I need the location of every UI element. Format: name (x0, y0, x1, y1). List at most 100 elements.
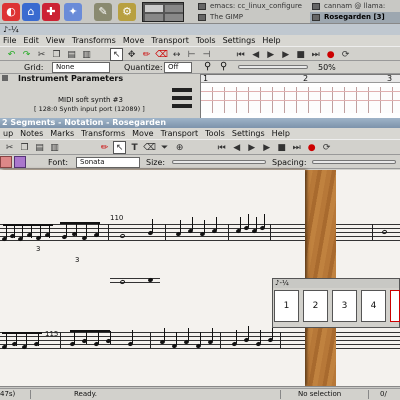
menu-transforms[interactable]: Transforms (81, 128, 125, 139)
copy-icon[interactable]: ❐ (18, 142, 31, 155)
menu-edit[interactable]: Edit (23, 35, 39, 46)
menu-tools[interactable]: Tools (205, 128, 225, 139)
insert-icon[interactable]: ⊕ (173, 142, 186, 155)
menu-tools[interactable]: Tools (196, 35, 216, 46)
menu-notes[interactable]: Notes (20, 128, 43, 139)
quantize-select[interactable]: Off (164, 62, 192, 73)
palette-cell-4[interactable]: 4 (361, 290, 386, 322)
star-icon[interactable]: ✦ (64, 3, 82, 21)
window-title: -¼ (8, 25, 19, 34)
paste-icon[interactable]: ▤ (33, 142, 46, 155)
task-terminal[interactable]: cannam @ llama: (310, 1, 400, 12)
zoom-value: 50% (318, 63, 336, 72)
main-window: ♪-¼ File Edit View Transforms Move Trans… (0, 24, 400, 120)
bar-number: 110 (110, 214, 124, 222)
instrument-params-title: Instrument Parameters (18, 74, 124, 83)
instrument-port: [ 128:0 Synth input port (12089) ] (34, 105, 145, 113)
main-toolbar: ↶ ↷ ✂ ❐ ▤ ▥ ↖ ✥ ✏ ⌫ ↔ ⊢ ⊣ ⏮ ◀ ▶ ▶ ■ ⏭ ● ⟳ (0, 46, 400, 61)
cut-icon[interactable]: ✂ (3, 142, 16, 155)
pager[interactable] (142, 2, 184, 22)
palette-cell-3[interactable]: 3 (332, 290, 357, 322)
select-tool-icon[interactable]: ↖ (110, 48, 124, 61)
menu-settings[interactable]: Settings (232, 128, 265, 139)
instrument-params-panel: Instrument Parameters MIDI soft synth #3… (0, 74, 200, 120)
filter-icon[interactable]: ⏷ (158, 142, 171, 155)
font-label: Font: (48, 158, 69, 167)
forward-icon[interactable]: ▶ (260, 142, 273, 155)
rewind-icon[interactable]: ◀ (230, 142, 243, 155)
palette-title: -¼ (279, 279, 289, 287)
end-icon[interactable]: ⏭ (290, 142, 303, 155)
lifebuoy-icon[interactable]: ✚ (42, 3, 60, 21)
task-gimp[interactable]: The GIMP (196, 12, 308, 23)
task-label: Rosegarden [3] (324, 13, 385, 21)
notation-titlebar: 2 Segments - Notation - Rosegarden (0, 118, 400, 128)
time-ruler[interactable]: 1 2 3 (201, 74, 400, 83)
ruler-bar-3: 3 (387, 74, 393, 83)
play-icon[interactable]: ▶ (245, 142, 258, 155)
menu-help[interactable]: Help (262, 35, 280, 46)
notation-menubar: up Notes Marks Transforms Move Transport… (0, 128, 400, 139)
menu-setup[interactable]: up (3, 128, 13, 139)
status-position: 0/ (380, 390, 387, 398)
zoom-out-icon[interactable]: ⚲ (204, 61, 216, 73)
menu-view[interactable]: View (46, 35, 65, 46)
spacing-label: Spacing: (272, 158, 307, 167)
select-tool-icon[interactable]: ↖ (113, 141, 127, 154)
editor-icon[interactable]: ✎ (94, 3, 112, 21)
paste-icon-2[interactable]: ▥ (48, 142, 61, 155)
home-icon[interactable]: ⌂ (22, 3, 40, 21)
play-start-icon[interactable]: ⏮ (215, 142, 228, 155)
record-icon[interactable]: ● (305, 142, 318, 155)
menu-transport[interactable]: Transport (161, 128, 199, 139)
status-message: Ready. (74, 390, 97, 398)
menu-move[interactable]: Move (132, 128, 153, 139)
launcher-icon[interactable]: ◐ (2, 3, 20, 21)
text-tool-icon[interactable]: T (128, 142, 141, 155)
notation-toolbar: ✂ ❐ ▤ ▥ ✏ ↖ T ⌫ ⏷ ⊕ ⏮ ◀ ▶ ▶ ■ ⏭ ● ⟳ (0, 139, 400, 155)
eraser-icon[interactable]: ⌫ (143, 142, 156, 155)
quantize-label: Quantize: (124, 63, 163, 72)
palette-cell-5[interactable] (390, 290, 400, 322)
menu-move[interactable]: Move (123, 35, 144, 46)
statusbar: 47s) Ready. No selection 0/ (0, 388, 400, 400)
instrument-name: MIDI soft synth #3 (58, 96, 123, 104)
notation-title: 2 Segments - Notation - Rosegarden (2, 118, 167, 127)
task-label: cannam @ llama: (324, 2, 386, 10)
menu-transforms[interactable]: Transforms (72, 35, 116, 46)
task-rosegarden[interactable]: Rosegarden [3] (310, 12, 400, 23)
segment-canvas[interactable]: 1 2 3 (200, 74, 400, 120)
palette-cell-2[interactable]: 2 (303, 290, 328, 322)
grid-toolbar: Grid: None Quantize: Off ⚲ ⚲ 50% (0, 61, 400, 74)
segment-color-icon-2 (14, 156, 26, 168)
spacing-slider[interactable] (312, 160, 396, 164)
ruler-bar-1: 1 (203, 74, 209, 83)
main-menubar: File Edit View Transforms Move Transport… (0, 35, 400, 46)
loop-icon[interactable]: ⟳ (320, 142, 333, 155)
status-time: 47s) (0, 390, 16, 398)
menu-help[interactable]: Help (272, 128, 290, 139)
font-select[interactable]: Sonata (76, 157, 140, 168)
palette-cell-1[interactable]: 1 (274, 290, 299, 322)
size-slider[interactable] (172, 160, 266, 164)
font-toolbar: Font: Sonata Size: Spacing: (0, 156, 400, 169)
zoom-in-icon[interactable]: ⚲ (220, 61, 232, 73)
task-emacs[interactable]: emacs: cc_linux_configure (196, 1, 308, 12)
segment-color-icon (0, 156, 12, 168)
menu-marks[interactable]: Marks (50, 128, 74, 139)
collapse-icon[interactable] (2, 75, 8, 81)
size-label: Size: (146, 158, 166, 167)
pencil-icon[interactable]: ✏ (98, 142, 111, 155)
zoom-slider[interactable] (238, 65, 308, 69)
grid-select[interactable]: None (52, 62, 110, 73)
menu-file[interactable]: File (3, 35, 16, 46)
menu-transport[interactable]: Transport (151, 35, 189, 46)
notation-window: 2 Segments - Notation - Rosegarden up No… (0, 118, 400, 400)
task-label: emacs: cc_linux_configure (210, 2, 302, 10)
stop-icon[interactable]: ■ (275, 142, 288, 155)
settings-icon[interactable]: ⚙ (118, 3, 136, 21)
score-page-1[interactable]: 110 115 3 3 3 (0, 170, 305, 396)
task-label: The GIMP (210, 13, 243, 21)
ruler-bar-2: 2 (303, 74, 309, 83)
menu-settings[interactable]: Settings (223, 35, 256, 46)
